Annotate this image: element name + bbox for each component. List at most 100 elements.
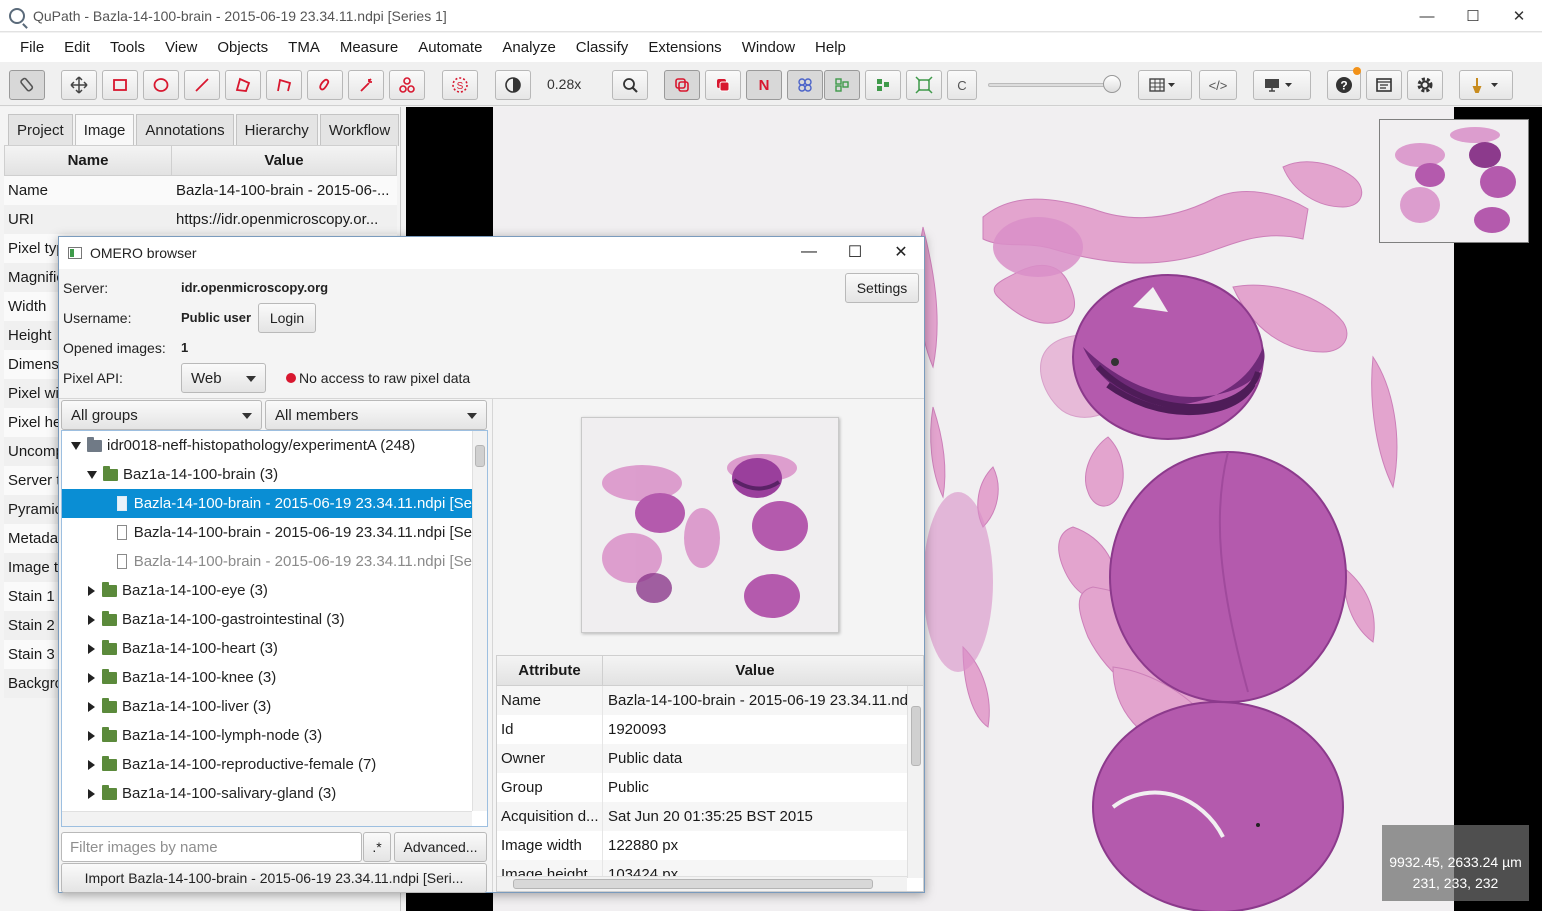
menu-automate[interactable]: Automate	[408, 39, 492, 56]
log-button[interactable]	[1366, 70, 1402, 100]
menu-help[interactable]: Help	[805, 39, 856, 56]
split-divider[interactable]	[492, 399, 493, 892]
name-column-header[interactable]: Name	[5, 146, 172, 175]
fill-annotations-button[interactable]	[705, 70, 741, 100]
preferences-button[interactable]	[1407, 70, 1443, 100]
polyline-tool-button[interactable]	[266, 70, 302, 100]
menu-extensions[interactable]: Extensions	[638, 39, 731, 56]
pixel-classification-button[interactable]	[906, 70, 942, 100]
expand-arrow-icon[interactable]	[88, 730, 95, 741]
omero-tree[interactable]: idr0018-neff-histopathology/experimentA …	[61, 430, 488, 827]
collapse-arrow-icon[interactable]	[71, 441, 81, 450]
expand-arrow-icon[interactable]	[88, 643, 95, 654]
show-annotations-button[interactable]	[664, 70, 700, 100]
rectangle-tool-button[interactable]	[102, 70, 138, 100]
line-tool-button[interactable]	[184, 70, 220, 100]
display-options-button[interactable]	[1253, 70, 1311, 100]
close-button[interactable]: ✕	[1496, 0, 1542, 32]
show-cells-button[interactable]: C	[947, 70, 977, 100]
attribute-column-header[interactable]: Attribute	[497, 656, 603, 685]
menu-edit[interactable]: Edit	[54, 39, 100, 56]
groups-dropdown[interactable]: All groups	[61, 400, 262, 430]
scrollbar-thumb[interactable]	[475, 445, 485, 467]
menu-window[interactable]: Window	[732, 39, 805, 56]
tree-dataset[interactable]: Baz1a-14-100-salivary-gland (3)	[62, 779, 472, 808]
brightness-contrast-button[interactable]	[495, 70, 531, 100]
menu-tools[interactable]: Tools	[100, 39, 155, 56]
fill-detections-button[interactable]	[865, 70, 901, 100]
value-column-header[interactable]: Value	[603, 656, 907, 685]
points-tool-button[interactable]	[389, 70, 425, 100]
scrollbar-thumb[interactable]	[911, 706, 921, 766]
expand-arrow-icon[interactable]	[88, 672, 95, 683]
tree-dataset[interactable]: Baz1a-14-100-reproductive-female (7)	[62, 750, 472, 779]
settings-button[interactable]: Settings	[845, 273, 919, 303]
move-tool-button[interactable]	[61, 70, 97, 100]
property-row[interactable]: Name Bazla-14-100-brain - 2015-06-...	[4, 176, 397, 205]
polygon-tool-button[interactable]	[225, 70, 261, 100]
value-column-header[interactable]: Value	[172, 146, 396, 175]
dialog-close-button[interactable]: ✕	[878, 237, 924, 267]
regex-toggle-button[interactable]: .*	[363, 832, 391, 862]
ellipse-tool-button[interactable]	[143, 70, 179, 100]
tab-workflow[interactable]: Workflow	[319, 114, 400, 146]
tree-vertical-scrollbar[interactable]	[472, 431, 487, 811]
maximize-button[interactable]: ☐	[1450, 0, 1496, 32]
tab-hierarchy[interactable]: Hierarchy	[235, 114, 318, 146]
tree-dataset[interactable]: Baz1a-14-100-brain (3)	[62, 460, 472, 489]
tree-image[interactable]: Bazla-14-100-brain - 2015-06-19 23.34.11…	[62, 489, 472, 518]
menu-measure[interactable]: Measure	[330, 39, 408, 56]
brush-tool-button[interactable]	[307, 70, 343, 100]
tree-image[interactable]: Bazla-14-100-brain - 2015-06-19 23.34.11…	[62, 547, 472, 576]
expand-arrow-icon[interactable]	[88, 585, 95, 596]
import-image-button[interactable]: Import Bazla-14-100-brain - 2015-06-19 2…	[61, 863, 487, 893]
menu-classify[interactable]: Classify	[566, 39, 639, 56]
attribute-row[interactable]: Image width 122880 px	[497, 831, 907, 860]
expand-arrow-icon[interactable]	[88, 759, 95, 770]
menu-file[interactable]: File	[10, 39, 54, 56]
tab-annotations[interactable]: Annotations	[136, 114, 234, 146]
expand-arrow-icon[interactable]	[88, 701, 95, 712]
opacity-slider-thumb[interactable]	[1103, 75, 1121, 93]
wand-tool-button[interactable]	[348, 70, 384, 100]
tree-dataset[interactable]: Baz1a-14-100-eye (3)	[62, 576, 472, 605]
expand-arrow-icon[interactable]	[88, 788, 95, 799]
measurement-table-button[interactable]	[1138, 70, 1192, 100]
collapse-arrow-icon[interactable]	[87, 470, 97, 479]
advanced-search-button[interactable]: Advanced...	[394, 832, 487, 862]
slide-overview-thumbnail[interactable]	[1379, 119, 1529, 243]
tree-project[interactable]: idr0018-neff-histopathology/experimentA …	[62, 431, 472, 460]
menu-analyze[interactable]: Analyze	[492, 39, 565, 56]
login-button[interactable]: Login	[258, 303, 316, 333]
scrollbar-thumb[interactable]	[513, 879, 873, 889]
tree-dataset[interactable]: Baz1a-14-100-lymph-node (3)	[62, 721, 472, 750]
filter-images-input[interactable]	[61, 832, 362, 862]
menu-tma[interactable]: TMA	[278, 39, 330, 56]
script-editor-button[interactable]: </>	[1199, 70, 1237, 100]
attribute-row[interactable]: Id 1920093	[497, 715, 907, 744]
show-names-button[interactable]: N	[746, 70, 782, 100]
attribute-row[interactable]: Name Bazla-14-100-brain - 2015-06-19 23.3…	[497, 686, 907, 715]
property-row[interactable]: URI https://idr.openmicroscopy.or...	[4, 205, 397, 234]
show-tma-grid-button[interactable]	[787, 70, 823, 100]
attributes-vertical-scrollbar[interactable]	[907, 686, 923, 878]
extensions-menu-button[interactable]	[1459, 70, 1513, 100]
attribute-row[interactable]: Owner Public data	[497, 744, 907, 773]
selection-mode-button[interactable]: S	[442, 70, 478, 100]
pixel-api-dropdown[interactable]: Web	[181, 363, 266, 393]
tree-horizontal-scrollbar[interactable]	[62, 811, 472, 826]
zoom-to-fit-button[interactable]	[612, 70, 648, 100]
tree-dataset[interactable]: Baz1a-14-100-heart (3)	[62, 634, 472, 663]
menu-view[interactable]: View	[155, 39, 207, 56]
opacity-slider-track[interactable]	[988, 83, 1118, 87]
members-dropdown[interactable]: All members	[265, 400, 487, 430]
menu-objects[interactable]: Objects	[207, 39, 278, 56]
tree-dataset[interactable]: Baz1a-14-100-gastrointestinal (3)	[62, 605, 472, 634]
annotation-toggle-button[interactable]	[9, 70, 45, 100]
tree-dataset[interactable]: Baz1a-14-100-knee (3)	[62, 663, 472, 692]
attribute-row[interactable]: Acquisition d... Sat Jun 20 01:35:25 BST …	[497, 802, 907, 831]
tree-dataset[interactable]: Baz1a-14-100-liver (3)	[62, 692, 472, 721]
dialog-maximize-button[interactable]: ☐	[832, 237, 878, 267]
attribute-row[interactable]: Group Public	[497, 773, 907, 802]
tree-image[interactable]: Bazla-14-100-brain - 2015-06-19 23.34.11…	[62, 518, 472, 547]
